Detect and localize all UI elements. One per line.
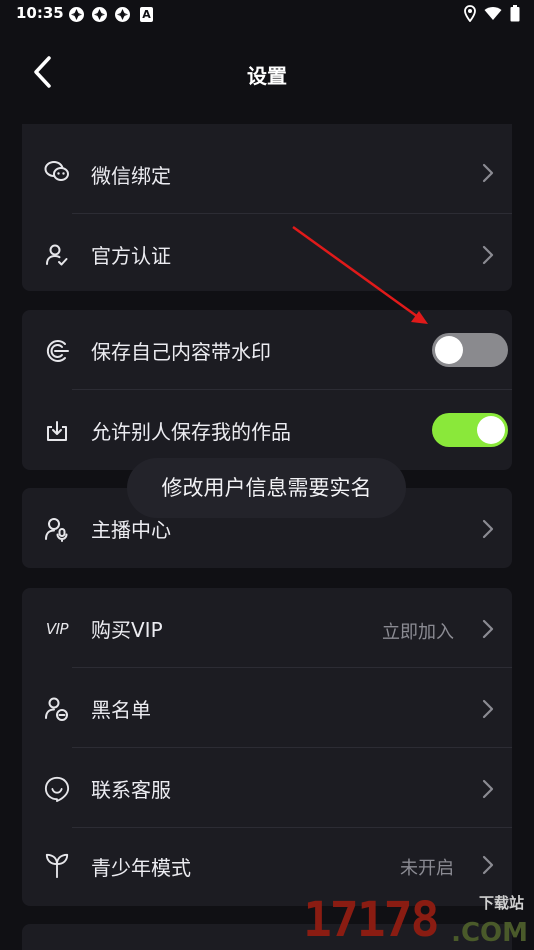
wifi-icon: [484, 6, 502, 25]
settings-item-blacklist[interactable]: 黑名单: [22, 668, 512, 748]
settings-item-label: 微信绑定: [91, 164, 171, 188]
watermark-site-label: 下载站: [478, 894, 524, 912]
app-notification-icon: [91, 6, 108, 23]
page-title: 设置: [247, 64, 287, 88]
watermark-domain: .COM: [451, 918, 528, 948]
settings-item-save-own-watermark: 保存自己内容带水印: [22, 310, 512, 390]
settings-item-value: 未开启: [400, 858, 454, 879]
chevron-right-icon: [480, 162, 496, 184]
watermark-toggle[interactable]: [432, 333, 508, 367]
settings-item-label: 官方认证: [91, 244, 171, 268]
chevron-right-icon: [480, 244, 496, 266]
app-notification-icon: [68, 6, 85, 23]
settings-item-label: 联系客服: [91, 778, 171, 802]
notification-icons: A: [68, 6, 153, 23]
settings-item-buy-vip[interactable]: VIP 购买VIP 立即加入: [22, 588, 512, 668]
chevron-right-icon: [480, 778, 496, 800]
anchor-mic-icon: [44, 516, 70, 542]
system-icons: [464, 5, 520, 26]
settings-item-label: 主播中心: [91, 518, 171, 542]
settings-item-label: 购买VIP: [91, 618, 163, 642]
vip-icon: VIP: [42, 616, 72, 642]
settings-item-label: 青少年模式: [91, 856, 191, 880]
chevron-right-icon: [480, 854, 496, 876]
account-card: 微信绑定 官方认证: [22, 124, 512, 291]
settings-item-wechat-binding[interactable]: 微信绑定: [22, 124, 512, 214]
app-notification-icon: [114, 6, 131, 23]
settings-item-label: 黑名单: [91, 698, 151, 722]
status-bar: 10:35 A: [0, 0, 534, 30]
status-time: 10:35: [16, 4, 64, 22]
toggle-knob: [477, 416, 505, 444]
wechat-icon: [44, 158, 70, 184]
customer-service-icon: [44, 776, 70, 802]
vip-icon-text: VIP: [45, 620, 69, 638]
more-settings-card: VIP 购买VIP 立即加入 黑名单 联系客服 青少年模式 未开启: [22, 588, 512, 906]
toggle-knob: [435, 336, 463, 364]
settings-item-value: 立即加入: [382, 622, 454, 643]
chevron-right-icon: [480, 518, 496, 540]
settings-item-label: 允许别人保存我的作品: [91, 420, 291, 444]
settings-item-customer-service[interactable]: 联系客服: [22, 748, 512, 828]
watermark-icon: [44, 338, 70, 364]
toast-message: 修改用户信息需要实名: [127, 458, 406, 518]
battery-icon: [510, 5, 520, 26]
save-settings-card: 保存自己内容带水印 允许别人保存我的作品: [22, 310, 512, 470]
download-icon: [44, 418, 70, 444]
sprout-icon: [44, 852, 70, 878]
chevron-right-icon: [480, 698, 496, 720]
block-user-icon: [44, 696, 70, 722]
settings-item-label: 保存自己内容带水印: [91, 340, 271, 364]
top-app-bar: 设置: [0, 40, 534, 106]
a-badge-icon: A: [140, 7, 153, 22]
location-icon: [464, 5, 476, 26]
verified-user-icon: [44, 242, 70, 268]
site-watermark-logo: 17178 下载站 .COM: [303, 888, 528, 950]
chevron-right-icon: [480, 618, 496, 640]
watermark-digits: 17178: [303, 892, 439, 948]
settings-item-official-verification[interactable]: 官方认证: [22, 214, 512, 291]
allow-save-toggle[interactable]: [432, 413, 508, 447]
